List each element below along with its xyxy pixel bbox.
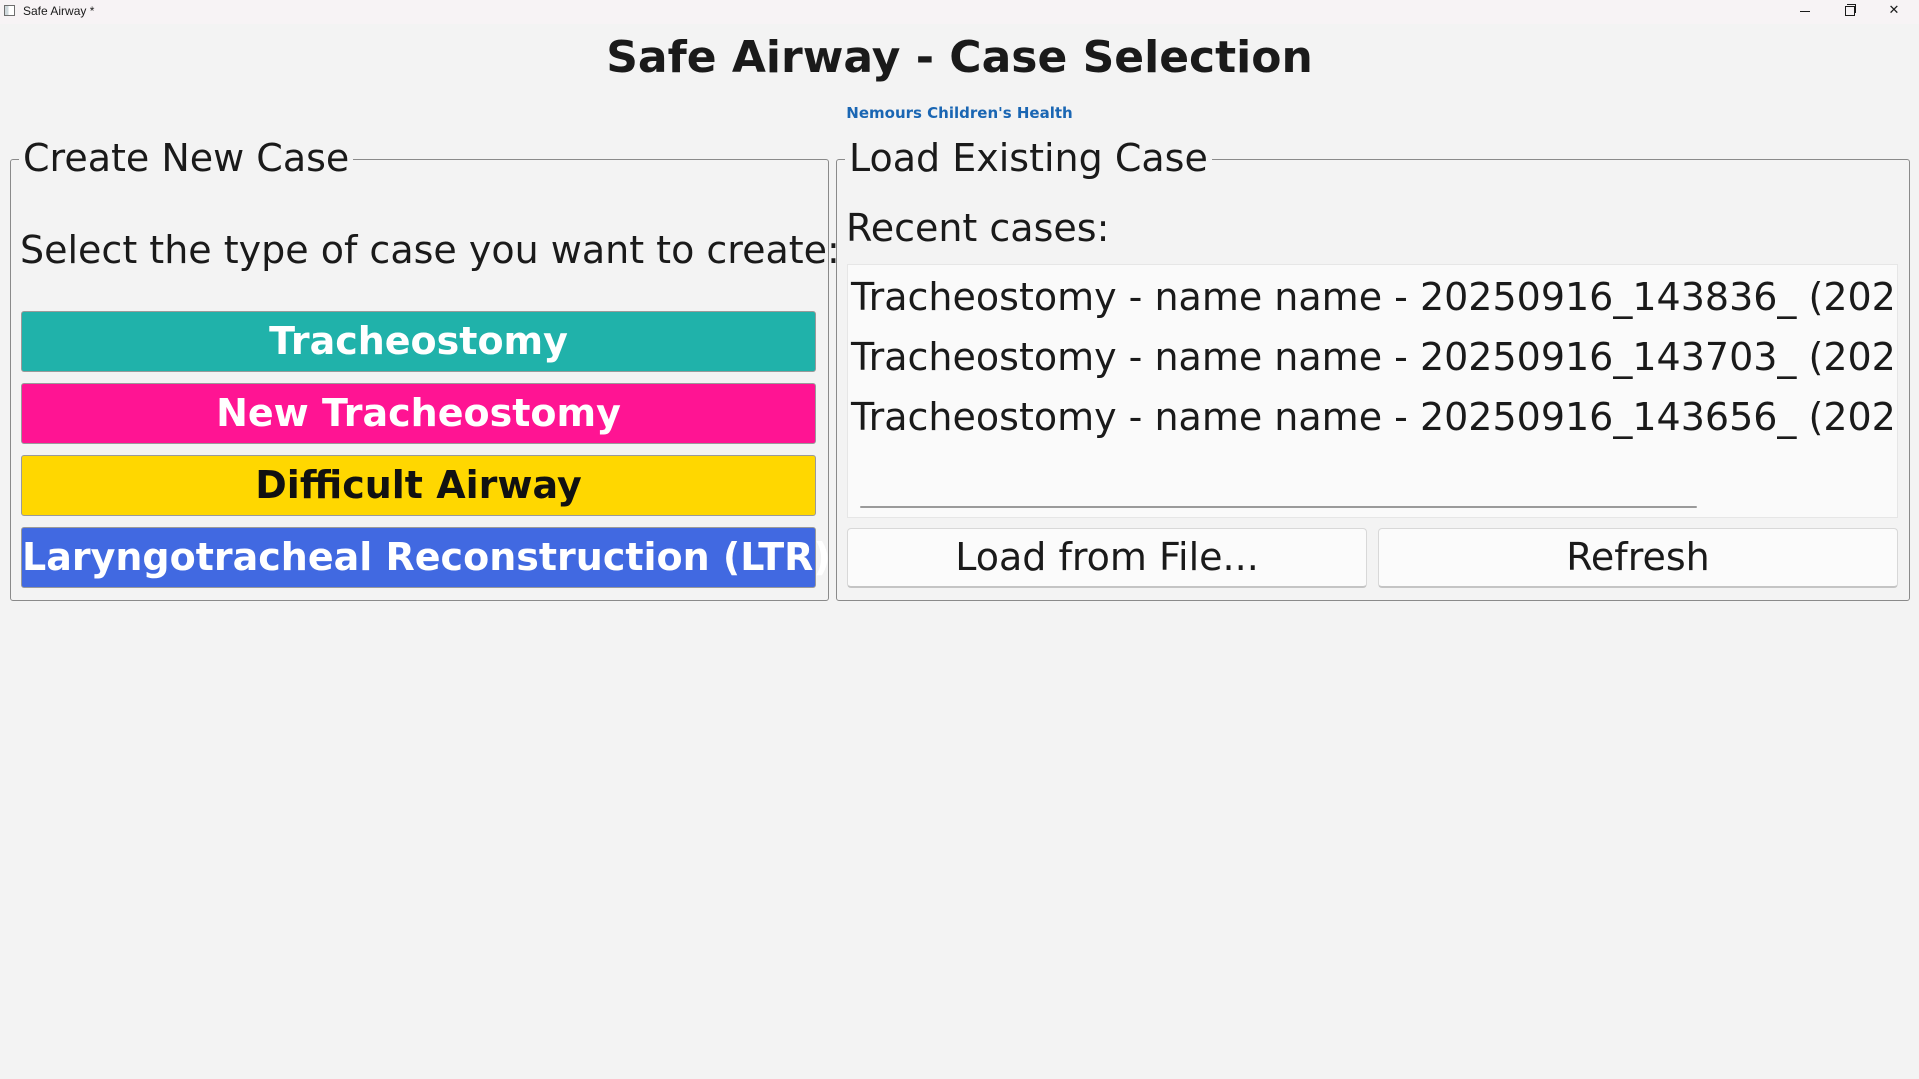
recent-case-item[interactable]: Tracheostomy - name name - 20250916_1436… — [851, 388, 1897, 446]
difficult-airway-button[interactable]: Difficult Airway — [21, 455, 816, 516]
close-icon: ✕ — [1888, 3, 1900, 18]
recent-case-item[interactable]: Tracheostomy - name name - 20250916_1438… — [851, 268, 1897, 326]
load-from-file-button[interactable]: Load from File... — [847, 528, 1367, 588]
page-title: Safe Airway - Case Selection — [606, 32, 1313, 83]
window-title: Safe Airway * — [23, 4, 95, 18]
recent-cases-label: Recent cases: — [846, 206, 1110, 250]
recent-cases-list[interactable]: Tracheostomy - name name - 20250916_1438… — [847, 264, 1898, 518]
organization-subtitle: Nemours Children's Health — [846, 104, 1073, 122]
app-window: Safe Airway * ✕ Safe Airway - Case Selec… — [0, 0, 1919, 1079]
minimize-button[interactable] — [1782, 0, 1828, 24]
recent-case-item[interactable]: Tracheostomy - name name - 20250916_1437… — [851, 328, 1897, 386]
new-tracheostomy-button[interactable]: New Tracheostomy — [21, 383, 816, 444]
title-bar[interactable]: Safe Airway * ✕ — [0, 0, 1919, 24]
case-type-prompt: Select the type of case you want to crea… — [20, 228, 840, 272]
tracheostomy-button[interactable]: Tracheostomy — [21, 311, 816, 372]
close-button[interactable]: ✕ — [1871, 0, 1917, 24]
app-icon — [4, 5, 15, 16]
create-new-case-title: Create New Case — [19, 134, 354, 182]
ltr-button[interactable]: Laryngotracheal Reconstruction (LTR) — [21, 527, 831, 588]
horizontal-scrollbar[interactable] — [860, 506, 1697, 508]
restore-button[interactable] — [1826, 0, 1872, 24]
load-existing-case-title: Load Existing Case — [845, 134, 1212, 182]
minimize-icon — [1800, 11, 1810, 12]
refresh-button[interactable]: Refresh — [1378, 528, 1898, 588]
create-new-case-group: Create New Case Select the type of case … — [10, 134, 840, 601]
load-existing-case-group: Load Existing Case Recent cases: Tracheo… — [836, 134, 1910, 601]
